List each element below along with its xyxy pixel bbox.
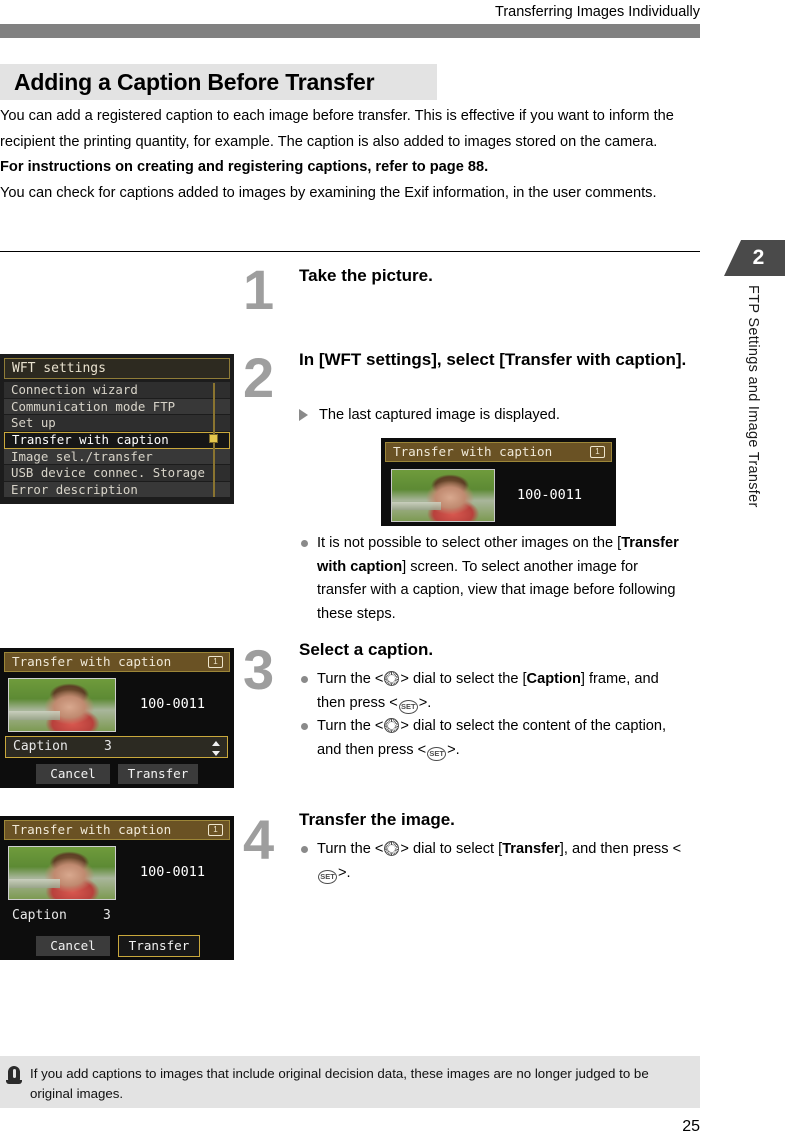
step-4-b1-a: Turn the < (317, 841, 384, 857)
set-button-icon: SET (398, 699, 418, 714)
step-4-bullets: Turn the < > dial to select [Transfer], a… (299, 838, 691, 885)
warning-note-text: If you add captions to images that inclu… (30, 1066, 649, 1101)
lcd-step4-thumbnail (8, 846, 116, 900)
set-button-icon: SET (318, 869, 337, 884)
warning-bell-icon (6, 1066, 22, 1086)
lcd-step3-thumbnail (8, 678, 116, 732)
menu-item-transfer-with-caption[interactable]: Transfer with caption (4, 431, 230, 449)
lcd-step2-filename: 100-0011 (517, 487, 583, 503)
lcd-step3-transfer-button[interactable]: Transfer (118, 764, 198, 784)
running-header: Transferring Images Individually (495, 4, 700, 20)
lcd-step4-title: Transfer with caption 1 (4, 820, 230, 840)
header-rule (0, 24, 700, 38)
lcd-wft-settings-menu: WFT settings Connection wizard Communica… (0, 354, 234, 504)
chapter-tab-number: 2 (752, 246, 765, 269)
chapter-tab-label: FTP Settings and Image Transfer (745, 285, 761, 508)
step-4-b1-bold: Transfer (502, 841, 560, 857)
intro-line-2-bold: For instructions on creating and registe… (0, 159, 489, 175)
step-1-title: Take the picture. (299, 266, 433, 285)
menu-item-set-up[interactable]: Set up (4, 415, 230, 432)
triangle-right-icon (299, 409, 308, 421)
card-slot-badge-icon: 1 (208, 656, 223, 668)
lcd-step3-caption-field[interactable]: Caption 3 (5, 736, 228, 758)
intro-line-3: You can check for captions added to imag… (0, 184, 657, 201)
lcd-step4-caption-field[interactable]: Caption 3 (5, 906, 228, 928)
lcd-menu-title: WFT settings (4, 358, 230, 379)
step-1-number: 1 (243, 258, 274, 321)
bullet-dot-icon (301, 723, 308, 730)
step-3-number: 3 (243, 638, 274, 701)
lcd-step3-caption-label: Caption (13, 739, 68, 754)
section-heading: Adding a Caption Before Transfer (0, 64, 437, 100)
lcd-step3-title: Transfer with caption 1 (4, 652, 230, 672)
step-4-number: 4 (243, 808, 274, 871)
steps-divider (0, 251, 700, 252)
step-4-title: Transfer the image. (299, 810, 455, 829)
lcd-step3-filename: 100-0011 (140, 696, 206, 712)
quick-control-dial-icon (384, 718, 400, 733)
bullet-dot-icon (301, 540, 308, 547)
quick-control-dial-icon (384, 841, 400, 856)
intro-paragraph: You can add a registered caption to each… (0, 104, 695, 206)
menu-item-connection-wizard[interactable]: Connection wizard (4, 382, 230, 399)
page-number: 25 (682, 1118, 700, 1135)
card-slot-badge-icon: 1 (208, 824, 223, 836)
step-2-arrow-note: The last captured image is displayed. (319, 407, 560, 423)
card-slot-badge-icon: 1 (590, 446, 605, 458)
step-2-bullet-row: It is not possible to select other image… (299, 532, 691, 626)
step-3-b1-d: >. (418, 694, 432, 711)
step-4-b1-b: > dial to select [ (400, 841, 503, 857)
lcd-step4-transfer-button[interactable]: Transfer (118, 935, 200, 957)
menu-item-error-description[interactable]: Error description (4, 481, 230, 498)
step-3-bullet-2: Turn the < > dial to select the content o… (299, 715, 691, 762)
step-3-b1-b: > dial to select the [ (400, 671, 527, 687)
chapter-tab: 2 (724, 240, 785, 276)
lcd-step4-caption-label: Caption (12, 908, 67, 923)
lcd-step4-title-text: Transfer with caption (12, 822, 172, 837)
lcd-step2-title-text: Transfer with caption (393, 444, 553, 459)
lcd-step2-thumbnail (391, 469, 495, 522)
menu-item-communication-mode[interactable]: Communication mode FTP (4, 398, 230, 415)
menu-item-usb-device-connec[interactable]: USB device connec. Storage (4, 465, 230, 482)
menu-item-image-sel-transfer[interactable]: Image sel./transfer (4, 448, 230, 465)
set-button-icon: SET (427, 746, 447, 761)
lcd-transfer-with-caption-preview: Transfer with caption 1 100-0011 (381, 438, 616, 526)
section-heading-text: Adding a Caption Before Transfer (14, 68, 375, 95)
lcd-step3-cancel-button[interactable]: Cancel (36, 764, 110, 784)
step-2-bullet-pre: It is not possible to select other image… (317, 535, 622, 551)
lcd-step3-transfer-with-caption: Transfer with caption 1 100-0011 Caption… (0, 648, 234, 788)
lcd-step3-title-text: Transfer with caption (12, 654, 172, 669)
step-3-b1-a: Turn the < (317, 671, 384, 687)
intro-line-1: You can add a registered caption to each… (0, 108, 674, 150)
step-4-b1-c: ], and then press < (559, 841, 682, 857)
lcd-step4-caption-value: 3 (103, 908, 111, 923)
bullet-dot-icon (301, 676, 308, 683)
step-2-title: In [WFT settings], select [Transfer with… (299, 350, 687, 369)
lcd-step2-title: Transfer with caption 1 (385, 442, 612, 462)
step-3-b2-c: >. (447, 741, 460, 758)
quick-control-dial-icon (384, 671, 400, 686)
step-2-number: 2 (243, 346, 274, 409)
bullet-dot-icon (301, 846, 308, 853)
lcd-step4-cancel-button[interactable]: Cancel (36, 936, 110, 956)
step-3-b2-a: Turn the < (317, 718, 384, 734)
step-2-arrow-note-row: The last captured image is displayed. (299, 404, 691, 428)
step-3-bullet-1: Turn the < > dial to select the [Caption]… (299, 668, 691, 715)
lcd-menu-scrollbar-thumb[interactable] (209, 434, 218, 443)
lcd-step4-filename: 100-0011 (140, 864, 206, 880)
step-4-b1-d: >. (338, 864, 351, 881)
step-3-b1-bold: Caption (526, 671, 581, 687)
step-4-bullet-1: Turn the < > dial to select [Transfer], a… (299, 838, 691, 885)
warning-note-box: If you add captions to images that inclu… (0, 1056, 700, 1108)
lcd-menu-list: Connection wizard Communication mode FTP… (4, 382, 230, 498)
step-3-bullets: Turn the < > dial to select the [Caption]… (299, 668, 691, 762)
caption-stepper-icon[interactable] (211, 741, 221, 756)
step-3-title: Select a caption. (299, 640, 434, 659)
lcd-step3-caption-value: 3 (104, 739, 112, 754)
lcd-step4-transfer-with-caption: Transfer with caption 1 100-0011 Caption… (0, 816, 234, 960)
